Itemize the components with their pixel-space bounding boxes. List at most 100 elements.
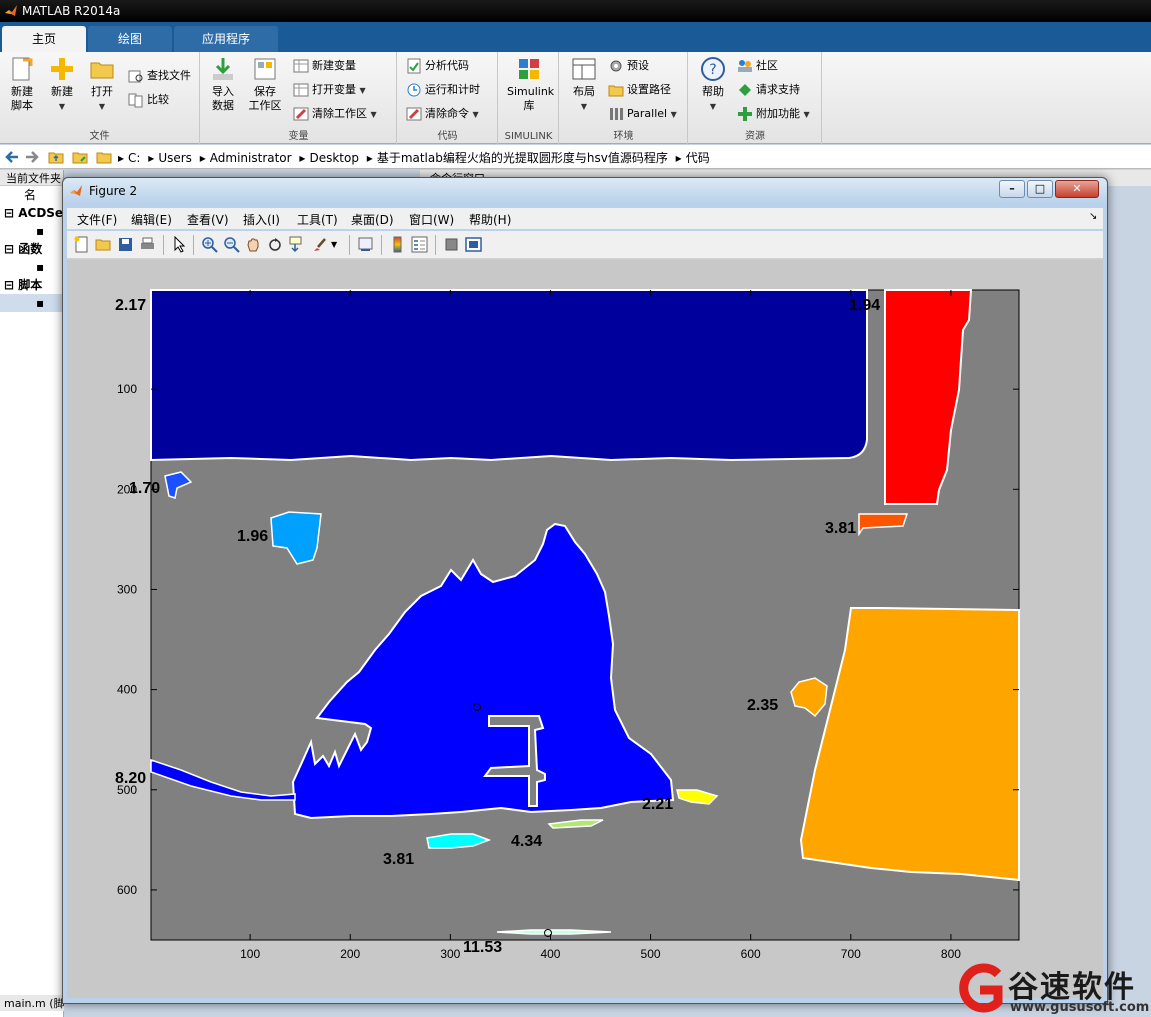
menu-desktop[interactable]: 桌面(D) (351, 211, 394, 228)
folder-item-label: 函数 (18, 242, 43, 256)
menu-tools[interactable]: 工具(T) (297, 211, 338, 228)
chevron-down-icon[interactable]: ▼ (331, 236, 348, 253)
breadcrumb-item[interactable]: Desktop (309, 151, 359, 165)
minimize-button[interactable]: – (999, 180, 1025, 198)
menu-window[interactable]: 窗口(W) (409, 211, 454, 228)
community-icon (738, 60, 752, 72)
folder-item-scripts[interactable]: ⊟ 脚本 (0, 276, 63, 294)
new-variable-button[interactable]: 新建变量 (293, 56, 356, 76)
clear-commands-button[interactable]: 清除命令 ▼ (406, 104, 479, 124)
figure-canvas[interactable]: 100 200 300 400 500 600 700 800 100 200 300 400 500 6… (67, 260, 1103, 998)
run-and-time-icon (407, 83, 421, 97)
figure-title: Figure 2 (89, 184, 138, 198)
menu-edit[interactable]: 编辑(E) (131, 211, 172, 228)
breadcrumb-item[interactable]: Administrator (210, 151, 292, 165)
open-variable-button[interactable]: 打开变量 ▼ (293, 80, 366, 100)
close-icon: ✕ (1072, 182, 1082, 195)
breadcrumb-item[interactable]: 代码 (686, 151, 710, 165)
clear-workspace-label: 清除工作区 (312, 107, 367, 120)
zoom-in-icon[interactable] (201, 236, 218, 253)
preferences-button[interactable]: 预设 (608, 56, 649, 76)
dock-arrow-icon[interactable]: ↘ (1089, 211, 1097, 222)
breadcrumb-item[interactable]: C: (128, 151, 140, 165)
legend-icon[interactable] (411, 236, 428, 253)
maximize-button[interactable]: □ (1027, 180, 1053, 198)
folder-item-functions[interactable]: ⊟ 函数 (0, 240, 63, 258)
link-icon[interactable] (357, 236, 374, 253)
breadcrumb-item[interactable]: Users (158, 151, 192, 165)
file-item[interactable]: ▪ (0, 258, 63, 276)
region-label: 11.53 (463, 939, 502, 956)
watermark: 谷速软件 www.gususoft.com (950, 958, 1151, 1017)
column-header-name[interactable]: 名 (0, 186, 63, 204)
save-icon[interactable] (117, 236, 134, 253)
new-script-button[interactable]: 新建 脚本 (0, 56, 44, 113)
pointer-icon[interactable] (171, 236, 188, 253)
root-folder-icon[interactable] (96, 149, 112, 165)
folder-icon (90, 62, 114, 79)
breadcrumb-item[interactable]: 基于matlab编程火焰的光提取圆形度与hsv值源码程序 (377, 151, 668, 165)
import-data-button[interactable]: 导入 数据 (201, 56, 245, 113)
help-button[interactable]: ? 帮助 ▼ (691, 56, 735, 114)
chevron-down-icon: ▼ (803, 110, 810, 119)
colorbar-icon[interactable] (389, 236, 406, 253)
request-support-button[interactable]: 请求支持 (737, 80, 800, 100)
compare-button[interactable]: 比较 (128, 90, 169, 110)
menu-insert[interactable]: 插入(I) (243, 211, 280, 228)
find-files-button[interactable]: 查找文件 (128, 66, 191, 86)
region-label: 1.94 (849, 297, 880, 314)
tab-plots[interactable]: 绘图 (88, 26, 172, 52)
parallel-button[interactable]: Parallel ▼ (608, 104, 677, 124)
folder-item-acdsee[interactable]: ⊟ ACDSe (0, 204, 63, 222)
current-folder-header: 当前文件夹 (0, 170, 63, 186)
plot-svg: 100 200 300 400 500 600 700 8001002003004005006… (115, 289, 1020, 961)
menu-help[interactable]: 帮助(H) (469, 211, 511, 228)
tab-home[interactable]: 主页 (2, 26, 86, 52)
new-button[interactable]: 新建 ▼ (40, 56, 84, 114)
chevron-down-icon: ▼ (709, 102, 717, 111)
brush-icon[interactable] (311, 236, 328, 253)
pan-icon[interactable] (245, 236, 262, 253)
new-icon[interactable] (73, 236, 90, 253)
open-button[interactable]: 打开 ▼ (80, 56, 124, 114)
hide-plot-tools-icon[interactable] (443, 236, 460, 253)
open-icon[interactable] (95, 236, 112, 253)
zoom-out-icon[interactable] (223, 236, 240, 253)
add-ons-icon (738, 107, 752, 121)
data-cursor-icon[interactable] (289, 236, 306, 253)
add-ons-button[interactable]: 附加功能 ▼ (737, 104, 810, 124)
variable-group: 导入 数据 保存 工作区 新建变量 打开变量 ▼ 清除工作区 ▼ 变量 (201, 52, 397, 144)
show-plot-tools-icon[interactable] (465, 236, 482, 253)
parallel-label: Parallel (627, 107, 668, 120)
x-tick-label: 600 (741, 947, 761, 961)
community-button[interactable]: 社区 (737, 56, 778, 76)
forward-arrow-icon[interactable] (24, 149, 40, 165)
figure-window: Figure 2 – □ ✕ 文件(F) 编辑(E) 查看(V) 插入(I) 工… (62, 177, 1108, 1004)
set-path-button[interactable]: 设置路径 (608, 80, 671, 100)
run-and-time-button[interactable]: 运行和计时 (406, 80, 480, 100)
rotate-icon[interactable] (267, 236, 284, 253)
new-script-label-2: 脚本 (11, 99, 33, 112)
menu-view[interactable]: 查看(V) (187, 211, 229, 228)
close-button[interactable]: ✕ (1055, 180, 1099, 198)
back-arrow-icon[interactable] (4, 149, 20, 165)
parallel-icon (610, 108, 623, 120)
save-workspace-button[interactable]: 保存 工作区 (243, 56, 287, 113)
up-folder-icon[interactable] (48, 149, 64, 165)
print-icon[interactable] (139, 236, 156, 253)
support-icon (739, 84, 751, 96)
layout-button[interactable]: 布局 ▼ (562, 56, 606, 114)
simulink-icon (519, 59, 539, 79)
clear-workspace-button[interactable]: 清除工作区 ▼ (293, 104, 377, 124)
open-label: 打开 (91, 85, 113, 98)
simulink-library-button[interactable]: Simulink 库 (507, 56, 554, 113)
analyze-code-button[interactable]: 分析代码 (406, 56, 469, 76)
tab-apps[interactable]: 应用程序 (174, 26, 278, 52)
gear-icon (610, 60, 622, 72)
file-item-selected[interactable]: ▪ (0, 294, 63, 312)
toolbar-separator (381, 235, 382, 255)
browse-folder-icon[interactable] (72, 149, 88, 165)
region-label: 2.17 (115, 297, 146, 314)
file-item[interactable]: ▪ (0, 222, 63, 240)
menu-file[interactable]: 文件(F) (77, 211, 117, 228)
